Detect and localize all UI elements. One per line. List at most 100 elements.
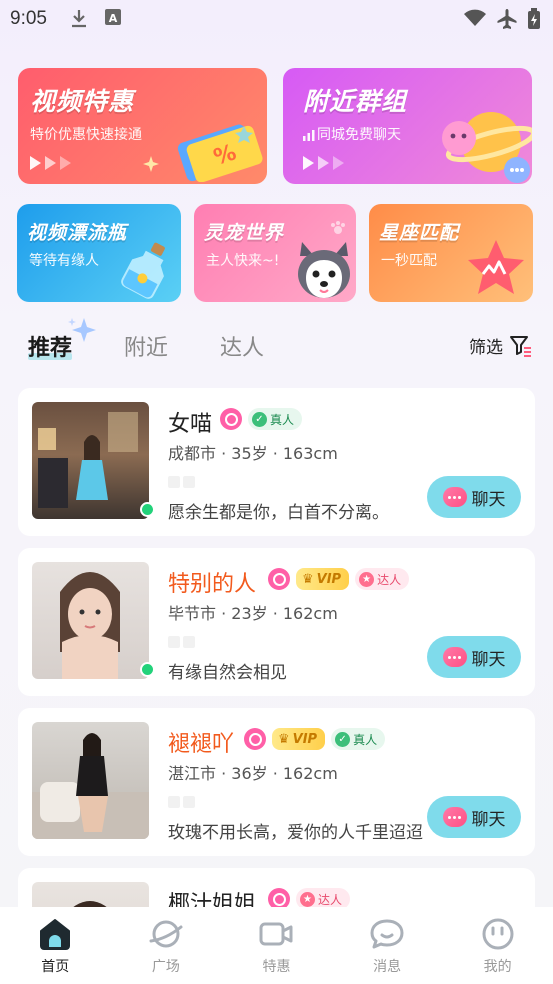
banner-subtitle: 一秒匹配: [381, 253, 437, 269]
vip-label: VIP: [316, 571, 342, 587]
female-icon: [220, 408, 242, 430]
filter-label: 筛选: [469, 338, 503, 358]
nav-square[interactable]: 广场: [111, 907, 222, 984]
nav-discount[interactable]: 特惠: [221, 907, 332, 984]
nav-label: 首页: [41, 959, 70, 975]
banner-nearby-groups[interactable]: 附近群组 同城免费聊天: [283, 68, 532, 184]
user-card[interactable]: 特别的人 ♛ VIP ★ 达人 毕节市 · 23岁 · 162cm 有缘自然会相见 …: [18, 548, 535, 696]
female-icon: [244, 728, 266, 750]
banner-subtitle: 等待有缘人: [29, 253, 99, 269]
vip-badge: ♛ VIP: [296, 568, 350, 590]
user-name: 女喵: [168, 412, 213, 437]
banner-title: 灵宠世界: [204, 222, 285, 244]
filter-icon: [510, 335, 531, 357]
tab-recommend[interactable]: 推荐: [28, 330, 73, 362]
planet-icon: [148, 917, 184, 951]
real-badge-label: 真人: [270, 412, 295, 427]
tab-nearby[interactable]: 附近: [124, 330, 168, 362]
real-badge-label: 真人: [353, 732, 378, 747]
crown-icon: ♛: [302, 571, 314, 587]
home-icon: [37, 917, 73, 951]
user-badges: ♛ VIP ★ 达人: [268, 568, 410, 590]
signal-bars-icon: [303, 129, 315, 141]
husky-dog-icon: [298, 242, 350, 298]
tag-placeholder: [168, 476, 195, 488]
talent-badge: ★ 达人: [355, 568, 410, 590]
tab-talent[interactable]: 达人: [220, 330, 264, 362]
banner-subtitle: 同城免费聊天: [303, 124, 401, 144]
nav-label: 特惠: [262, 959, 291, 975]
message-bottle-icon: [121, 242, 165, 299]
banner-title: 视频漂流瓶: [27, 222, 128, 244]
chat-bubble-icon: [442, 647, 467, 667]
banner-video-discount[interactable]: 视频特惠 特价优惠快速接通 %: [18, 68, 267, 184]
talent-badge-label: 达人: [318, 892, 343, 907]
video-camera-icon: [258, 917, 294, 951]
user-badges: ✓ 真人: [220, 408, 303, 430]
sparkle-icon: [143, 156, 159, 172]
planet-chat-icon: [442, 112, 532, 183]
user-photo[interactable]: [32, 402, 149, 519]
online-indicator: [140, 662, 155, 677]
wifi-icon: [464, 9, 486, 26]
download-icon: [72, 10, 86, 28]
filter-button[interactable]: 筛选: [469, 333, 533, 358]
chat-label: 聊天: [471, 809, 506, 830]
user-card[interactable]: 褪褪吖 ♛ VIP ✓ 真人 湛江市 · 36岁 · 162cm 玫瑰不用长高，爱你…: [18, 708, 535, 856]
user-meta: 毕节市 · 23岁 · 162cm: [168, 604, 338, 623]
chat-label: 聊天: [471, 489, 506, 510]
real-person-badge: ✓ 真人: [331, 728, 386, 750]
tag-placeholder: [168, 796, 195, 808]
user-photo[interactable]: [32, 722, 149, 839]
nav-label: 消息: [373, 959, 402, 975]
chat-button[interactable]: 聊天: [427, 796, 521, 838]
banner-subtitle: 主人快来~!: [206, 253, 280, 269]
chat-label: 聊天: [471, 649, 506, 670]
banner-subtitle-text: 同城免费聊天: [317, 127, 401, 143]
tag-placeholder: [168, 636, 195, 648]
nav-label: 广场: [151, 959, 180, 975]
banner-title: 星座匹配: [379, 222, 460, 244]
airplane-mode-icon: [497, 9, 517, 29]
banner-video-bottle[interactable]: 视频漂流瓶 等待有缘人: [17, 204, 181, 302]
nav-profile[interactable]: 我的: [442, 907, 553, 984]
user-photo[interactable]: [32, 562, 149, 679]
user-signature: 愿余生都是你，白首不分离。: [168, 503, 389, 523]
user-name: 褪褪吖: [168, 732, 235, 757]
check-icon: ✓: [335, 731, 351, 747]
user-name: 特别的人: [168, 572, 257, 597]
chat-bubble-icon: [442, 807, 467, 827]
bottom-nav: 首页 广场 特惠 消息 我的: [0, 907, 553, 984]
real-person-badge: ✓ 真人: [248, 408, 303, 430]
nav-label: 我的: [483, 959, 512, 975]
status-time: 9:05: [10, 8, 47, 29]
nav-messages[interactable]: 消息: [332, 907, 443, 984]
check-icon: ✓: [252, 411, 267, 427]
user-badges: ♛ VIP ✓ 真人: [244, 728, 386, 750]
chat-button[interactable]: 聊天: [427, 636, 521, 678]
banner-zodiac-match[interactable]: 星座匹配 一秒匹配: [369, 204, 533, 302]
star-icon: ★: [359, 571, 375, 587]
banner-pet-world[interactable]: 灵宠世界 主人快来~!: [194, 204, 356, 302]
feed-tabs: 推荐 附近 达人: [28, 330, 264, 362]
play-arrows-icon: [303, 156, 344, 170]
ticket-percent-icon: %: [177, 124, 263, 182]
banner-title: 视频特惠: [30, 87, 135, 116]
battery-charging-icon: [528, 8, 540, 29]
text-a-icon: A: [105, 9, 121, 25]
user-signature: 玫瑰不用长高，爱你的人千里迢迢: [168, 823, 423, 843]
vip-label: VIP: [292, 731, 318, 747]
nav-home[interactable]: 首页: [0, 907, 111, 984]
message-icon: [369, 917, 405, 951]
vip-badge: ♛ VIP: [272, 728, 326, 750]
user-meta: 湛江市 · 36岁 · 162cm: [168, 764, 338, 783]
star-match-icon: [468, 240, 524, 294]
banner-title: 附近群组: [303, 87, 408, 116]
chat-button[interactable]: 聊天: [427, 476, 521, 518]
banner-subtitle: 特价优惠快速接通: [30, 127, 142, 143]
play-arrows-icon: [30, 156, 71, 170]
female-icon: [268, 568, 290, 590]
user-photo-figure: [38, 412, 138, 508]
user-card[interactable]: 女喵 ✓ 真人 成都市 · 35岁 · 163cm 愿余生都是你，白首不分离。 聊…: [18, 388, 535, 536]
online-indicator: [140, 502, 155, 517]
